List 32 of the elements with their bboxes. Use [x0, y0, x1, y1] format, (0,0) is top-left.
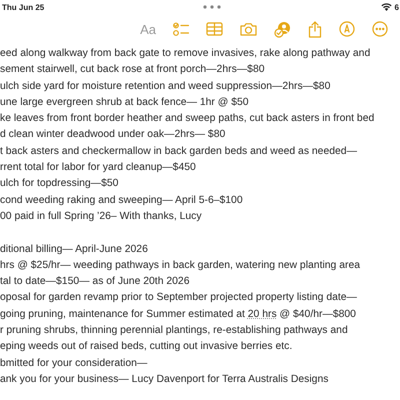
battery-percent: 6: [394, 2, 399, 12]
wifi-icon: [380, 3, 392, 11]
note-line: ulch for topdressing—$50: [0, 177, 120, 192]
checklist-icon[interactable]: [173, 22, 189, 36]
pen-icon[interactable]: [339, 21, 355, 37]
multitasking-dots-icon[interactable]: [203, 5, 222, 9]
assistant-icon[interactable]: [274, 20, 291, 38]
note-line: sement stairwell, cut back rose at front porch—2hrs—$80: [0, 63, 266, 78]
note-line: bmitted for your consideration—: [0, 356, 148, 371]
note-line: 00 paid in full Spring ’26– With thanks, Lucy: [0, 210, 203, 224]
detected-link[interactable]: 20 hrs: [248, 308, 277, 320]
note-line: r pruning shrubs, thinning perennial plantings, re-establishing pathways and: [0, 324, 349, 338]
note-line: eed along walkway from back gate to remove invasives, rake along pathway and: [0, 47, 372, 61]
more-icon[interactable]: [372, 21, 388, 37]
note-line: ulch side yard for moisture retention and weed suppression—2hrs—$80: [0, 80, 332, 94]
camera-icon[interactable]: [240, 22, 257, 36]
note-line: t back asters and checkermallow in back garden beds and weed as needed—: [0, 144, 358, 159]
note-line: going pruning, maintenance for Summer estimated at 20 hrs @ $40/hr—$800: [0, 308, 357, 322]
note-line: ditional billing— April-June 2026: [0, 242, 149, 257]
note-line: d clean winter deadwood under oak—2hrs— $80: [0, 128, 226, 142]
status-time: Thu Jun 25: [2, 2, 44, 12]
note-line: hrs @ $25/hr— weeding pathways in back garden, watering new planting area: [0, 258, 361, 273]
note-line: ank you for your business— Lucy Davenport for Terra Australis Designs: [0, 372, 330, 387]
note-line: cond weeding raking and sweeping— April 5-6–$100: [0, 194, 244, 208]
note-line: eping weeds out of raised beds, cutting out invasive berries etc.: [0, 340, 294, 354]
note-line: oposal for garden revamp prior to September projected property listing date—: [0, 291, 358, 306]
note-line: ke leaves from front border heather and sweep paths, cut back asters in front bed: [0, 112, 376, 126]
note-line: rrent total for labor for yard cleanup—$450: [0, 161, 197, 176]
note-line: une large evergreen shrub at back fence— 1hr @ $50: [0, 96, 250, 110]
note-line: tal to date—$150— as of June 20th 2026: [0, 275, 190, 290]
table-icon[interactable]: [206, 22, 223, 36]
share-icon[interactable]: [308, 20, 322, 38]
